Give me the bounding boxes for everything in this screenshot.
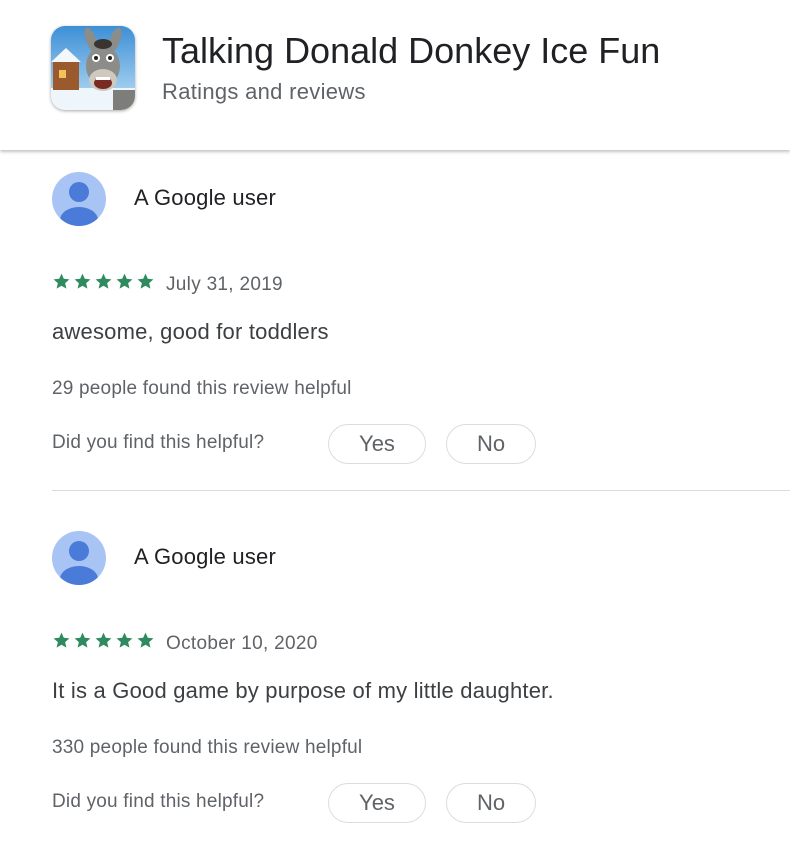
page-subtitle: Ratings and reviews bbox=[162, 79, 366, 104]
review-author: A Google user bbox=[134, 544, 277, 569]
star-icon bbox=[53, 273, 70, 289]
avatar bbox=[52, 531, 106, 585]
star-icon bbox=[137, 632, 154, 648]
user-avatar-icon bbox=[60, 541, 98, 585]
helpful-question: Did you find this helpful? bbox=[52, 791, 265, 812]
avatar bbox=[52, 172, 106, 226]
app-title: Talking Donald Donkey Ice Fun bbox=[162, 30, 661, 71]
review-text: It is a Good game by purpose of my littl… bbox=[52, 678, 554, 703]
star-icon bbox=[74, 273, 91, 289]
app-icon[interactable] bbox=[51, 26, 135, 110]
helpful-question: Did you find this helpful? bbox=[52, 432, 265, 453]
review-text: awesome, good for toddlers bbox=[52, 319, 329, 344]
star-rating bbox=[52, 631, 155, 653]
donkey-app-icon bbox=[51, 26, 135, 110]
helpful-yes-button[interactable]: Yes bbox=[328, 424, 426, 464]
helpful-no-button[interactable]: No bbox=[446, 783, 536, 823]
review-date: October 10, 2020 bbox=[166, 633, 318, 654]
star-icon bbox=[53, 632, 70, 648]
helpful-yes-button[interactable]: Yes bbox=[328, 783, 426, 823]
helpful-count: 29 people found this review helpful bbox=[52, 378, 352, 399]
helpful-no-button[interactable]: No bbox=[446, 424, 536, 464]
star-icon bbox=[95, 632, 112, 648]
app-header: Talking Donald Donkey Ice Fun Ratings an… bbox=[0, 0, 790, 150]
star-icon bbox=[137, 273, 154, 289]
star-icon bbox=[116, 273, 133, 289]
helpful-count: 330 people found this review helpful bbox=[52, 737, 363, 758]
review-date: July 31, 2019 bbox=[166, 274, 283, 295]
review-author: A Google user bbox=[134, 185, 277, 210]
user-avatar-icon bbox=[60, 182, 98, 226]
review-card: A Google user October 10, 2020 It is a G… bbox=[0, 509, 790, 849]
star-icon bbox=[74, 632, 91, 648]
review-card: A Google user July 31, 2019 awesome, goo… bbox=[0, 150, 790, 490]
star-icon bbox=[95, 273, 112, 289]
star-icon bbox=[116, 632, 133, 648]
star-rating bbox=[52, 272, 155, 294]
review-divider bbox=[52, 490, 790, 491]
